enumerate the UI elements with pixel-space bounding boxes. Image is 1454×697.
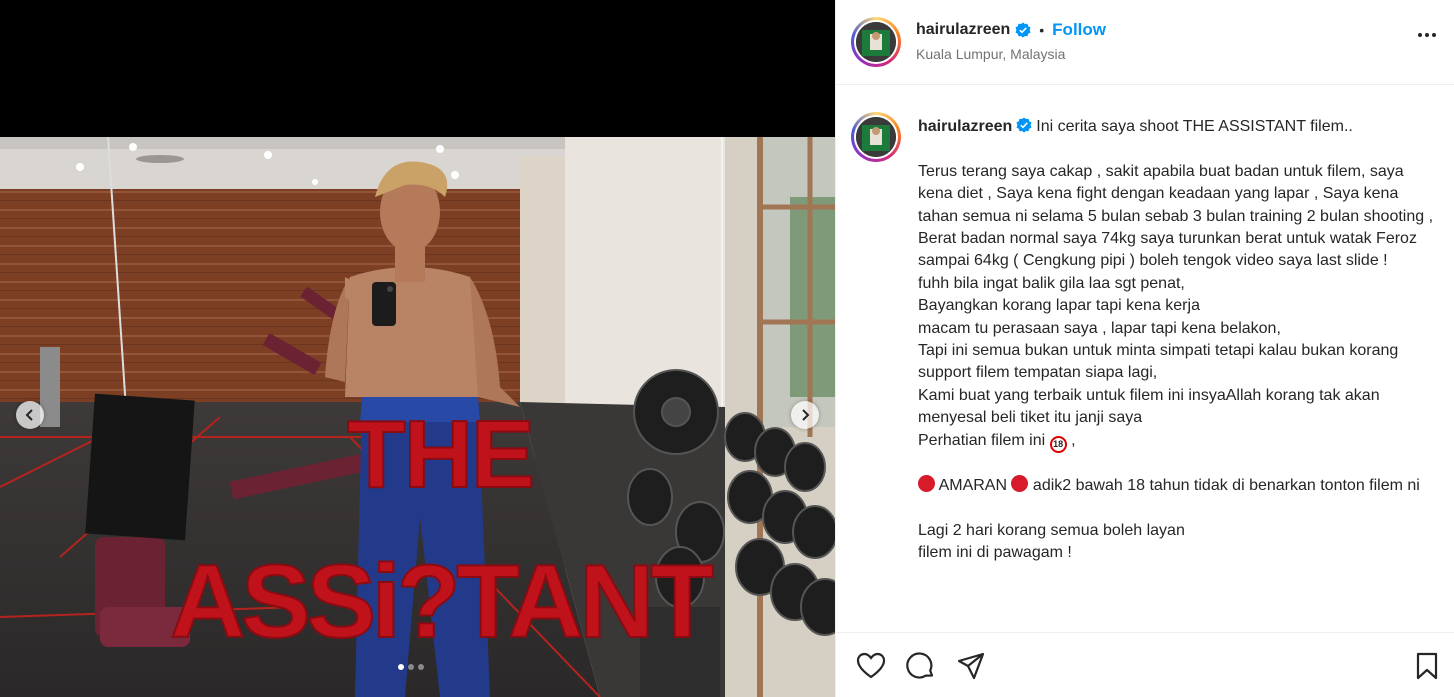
avatar[interactable] (851, 17, 901, 67)
avatar-image (856, 22, 896, 62)
caption-avatar[interactable] (851, 112, 901, 162)
carousel-dot (408, 664, 414, 670)
share-icon[interactable] (956, 651, 986, 681)
chevron-left-icon (25, 409, 33, 421)
carousel-indicator (398, 664, 424, 670)
comments-area[interactable]: hairulazreen Ini cerita saya shoot THE AS… (836, 86, 1454, 631)
post-media: THE ASSi?TANT (0, 0, 835, 697)
carousel-next-button[interactable] (791, 401, 819, 429)
more-options-icon[interactable] (1418, 33, 1436, 37)
warning-text: adik2 bawah 18 tahun tidak di benarkan t… (1028, 477, 1420, 495)
chevron-right-icon (802, 409, 810, 421)
post-side-panel: hairulazreen • Follow Kuala Lumpur, Mala… (835, 0, 1454, 697)
overlay-title-line1: THE (347, 401, 533, 508)
gym-selfie-image: THE ASSi?TANT (0, 137, 835, 697)
age-restriction-icon: 18 (1049, 435, 1067, 453)
verified-badge-icon (1015, 22, 1031, 38)
carousel-dot (418, 664, 424, 670)
username-link[interactable]: hairulazreen (916, 21, 1010, 39)
heart-icon[interactable] (856, 651, 886, 681)
post-header: hairulazreen • Follow Kuala Lumpur, Mala… (836, 0, 1454, 85)
red-circle-icon (918, 475, 935, 493)
post-caption: hairulazreen Ini cerita saya shoot THE AS… (918, 116, 1440, 565)
verified-badge-icon (1016, 117, 1032, 133)
location-link[interactable]: Kuala Lumpur, Malaysia (916, 46, 1065, 62)
warning-word: AMARAN (938, 477, 1008, 495)
comment-icon[interactable] (906, 651, 936, 681)
action-bar (836, 632, 1454, 697)
bookmark-icon[interactable] (1412, 651, 1442, 681)
carousel-dot (398, 664, 404, 670)
instagram-post-view: THE ASSi?TANT hairulazreen • Follow Kual… (0, 0, 1454, 697)
avatar-image (856, 117, 896, 157)
caption-username-link[interactable]: hairulazreen (918, 118, 1012, 135)
follow-button[interactable]: Follow (1052, 20, 1106, 40)
overlay-title-line2: ASSi?TANT (170, 544, 713, 660)
red-circle-icon (1011, 475, 1029, 493)
carousel-prev-button[interactable] (16, 401, 44, 429)
caption-body: Terus terang saya cakap , sakit apabila … (918, 162, 1434, 449)
caption-first-line: Ini cerita saya shoot THE ASSISTANT file… (1036, 118, 1353, 135)
post-photo[interactable]: THE ASSi?TANT (0, 137, 835, 697)
caption-closing: Lagi 2 hari korang semua boleh layan fil… (918, 521, 1185, 562)
separator-dot: • (1039, 22, 1045, 38)
caption-body-tail: , (1066, 431, 1076, 449)
